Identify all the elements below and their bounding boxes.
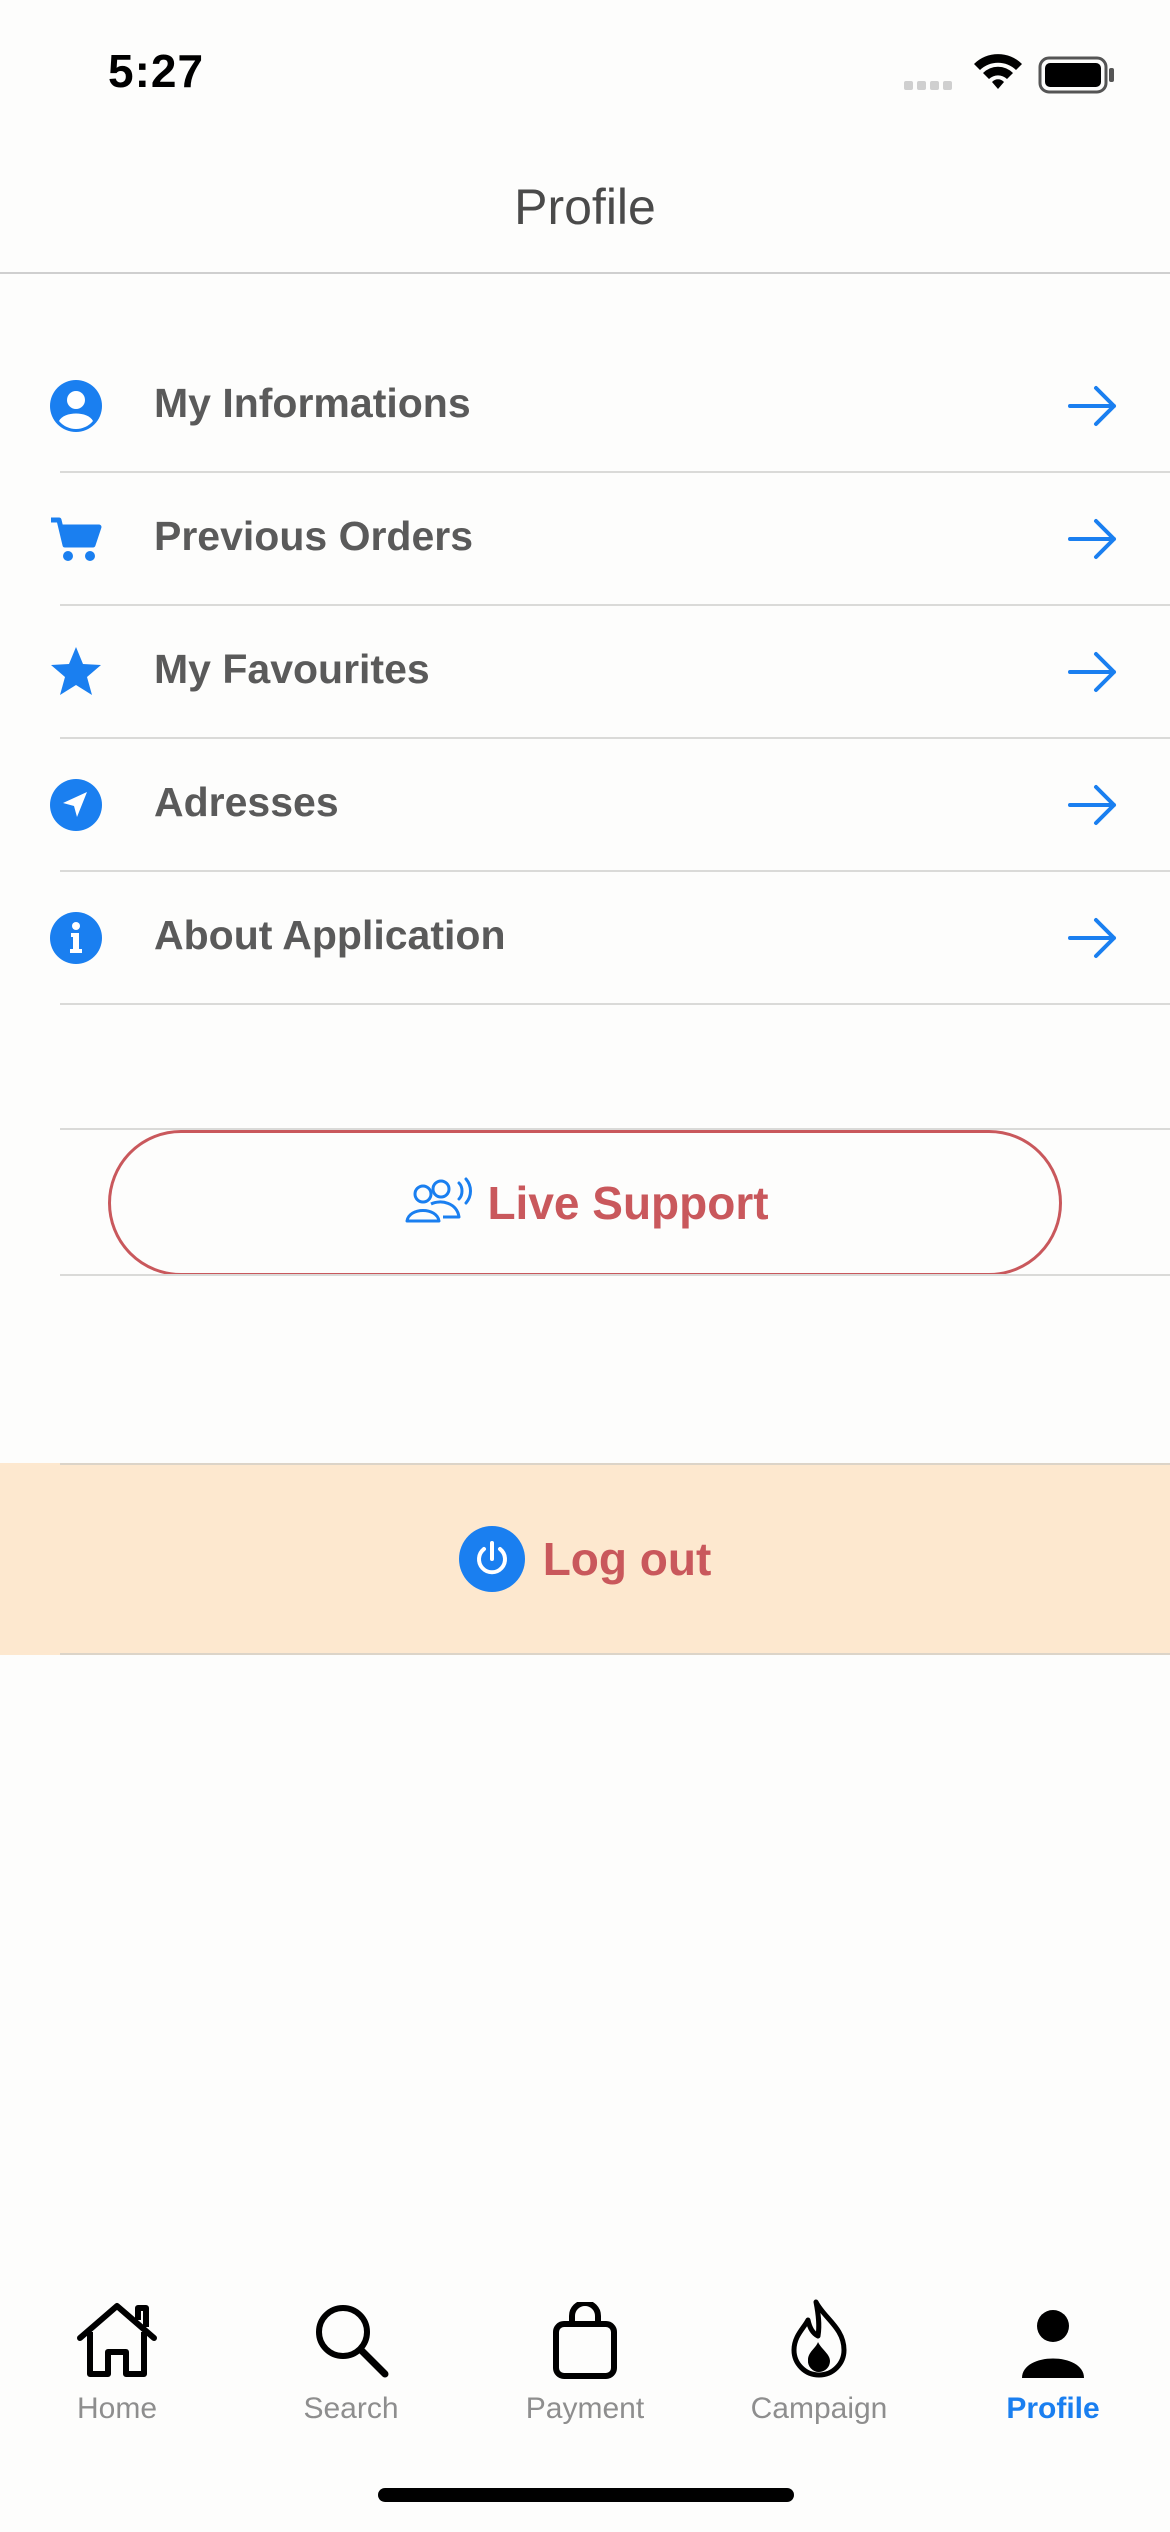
tab-label: Campaign	[750, 2392, 888, 2425]
person-icon	[936, 2300, 1170, 2380]
cart-icon	[48, 511, 104, 567]
arrow-right-icon	[1068, 517, 1118, 566]
menu-item-previous-orders[interactable]: Previous Orders	[0, 473, 1170, 606]
menu-item-label: Previous Orders	[154, 513, 474, 559]
wifi-icon	[972, 52, 1024, 97]
arrow-right-icon	[1068, 384, 1118, 433]
divider	[60, 1463, 1170, 1465]
divider	[60, 1653, 1170, 1655]
users-broadcast-icon	[401, 1177, 475, 1230]
signal-icon	[904, 78, 956, 97]
menu-item-adresses[interactable]: Adresses	[0, 739, 1170, 872]
menu-item-label: My Informations	[154, 380, 471, 426]
arrow-right-icon	[1068, 783, 1118, 832]
tab-home[interactable]: Home	[0, 2280, 234, 2430]
tab-label: Home	[76, 2392, 158, 2425]
star-icon	[48, 644, 104, 700]
arrow-right-icon	[1068, 650, 1118, 699]
live-support-row: Live Support	[0, 1128, 1170, 1276]
menu-item-label: My Favourites	[154, 646, 430, 692]
bag-icon	[468, 2300, 702, 2380]
info-icon	[48, 910, 104, 966]
logout-button[interactable]: Log out	[0, 1463, 1170, 1655]
menu-item-my-informations[interactable]: My Informations	[0, 340, 1170, 473]
nav-header: Profile	[0, 140, 1170, 274]
divider	[60, 1274, 1170, 1276]
flame-icon	[702, 2299, 936, 2380]
tab-payment[interactable]: Payment	[468, 2280, 702, 2430]
tab-campaign[interactable]: Campaign	[702, 2280, 936, 2430]
status-time: 5:27	[108, 45, 205, 97]
menu-item-about-application[interactable]: About Application	[0, 872, 1170, 1005]
search-icon	[234, 2300, 468, 2380]
power-icon	[458, 1526, 525, 1592]
page-title: Profile	[514, 179, 656, 235]
tab-bar: Home Search Payment Campaign Profile	[0, 2280, 1170, 2430]
location-arrow-icon	[48, 777, 104, 833]
tab-label: Payment	[525, 2392, 645, 2425]
live-support-label: Live Support	[487, 1177, 769, 1229]
menu-item-my-favourites[interactable]: My Favourites	[0, 606, 1170, 739]
tab-search[interactable]: Search	[234, 2280, 468, 2430]
menu-item-label: About Application	[154, 912, 506, 958]
battery-icon	[1038, 56, 1116, 99]
status-bar: 5:27	[0, 0, 1170, 140]
arrow-right-icon	[1068, 916, 1118, 965]
home-indicator[interactable]	[378, 2488, 794, 2502]
user-circle-icon	[48, 378, 104, 434]
tab-profile[interactable]: Profile	[936, 2280, 1170, 2430]
menu-item-label: Adresses	[154, 779, 339, 825]
profile-menu-list: My Informations Previous Orders My Favou…	[0, 340, 1170, 1005]
tab-label: Profile	[1006, 2392, 1100, 2425]
profile-screen: 5:27 Profile My Informations Previous Or…	[0, 0, 1170, 2532]
logout-label: Log out	[542, 1533, 712, 1585]
home-icon	[0, 2300, 234, 2380]
live-support-button[interactable]: Live Support	[108, 1130, 1062, 1276]
tab-label: Search	[303, 2392, 399, 2425]
